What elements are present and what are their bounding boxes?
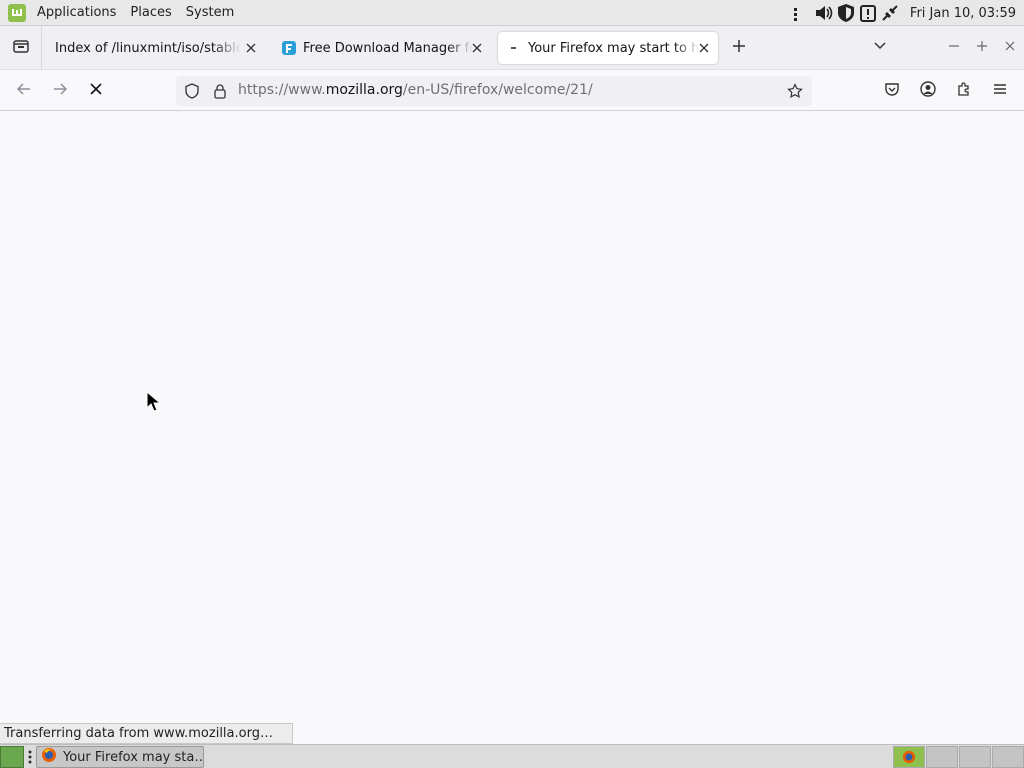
loading-indicator-icon <box>506 40 522 56</box>
clock[interactable]: Fri Jan 10, 03:59 <box>910 6 1016 21</box>
network-disconnected-icon[interactable] <box>880 2 900 24</box>
new-tab-button[interactable] <box>729 38 749 58</box>
workspace-2[interactable] <box>926 746 958 768</box>
firefox-view-button[interactable] <box>0 25 42 70</box>
maximize-button[interactable] <box>972 38 992 58</box>
navigation-toolbar: https://www.mozilla.org/en-US/firefox/we… <box>0 71 1024 111</box>
extensions-button[interactable] <box>952 79 976 103</box>
panel-grip-icon <box>28 750 32 764</box>
pocket-icon <box>884 81 900 101</box>
update-manager-icon[interactable] <box>858 2 878 24</box>
arrow-left-icon <box>15 80 33 102</box>
bookmark-star-icon[interactable] <box>787 83 803 99</box>
account-button[interactable] <box>916 79 940 103</box>
system-tray: Fri Jan 10, 03:59 <box>790 0 1024 26</box>
places-menu[interactable]: Places <box>127 5 174 20</box>
shield-icon[interactable] <box>836 2 856 24</box>
fdm-favicon-icon <box>281 40 297 56</box>
tab-title: Your Firefox may start to ha <box>528 40 700 56</box>
bottom-panel: Your Firefox may sta… <box>0 744 1024 768</box>
taskbar-window-firefox[interactable]: Your Firefox may sta… <box>36 746 204 768</box>
workspace-3[interactable] <box>959 746 991 768</box>
volume-icon[interactable] <box>814 2 834 24</box>
plus-icon <box>732 39 746 57</box>
url-path: /en-US/firefox/welcome/21/ <box>402 82 593 98</box>
tab-bar: Index of /linuxmint/iso/stable/ Free Dow… <box>0 25 1024 70</box>
stop-x-icon <box>88 81 104 101</box>
list-all-tabs-button[interactable] <box>870 38 890 58</box>
network-icon[interactable] <box>792 2 812 24</box>
url-text[interactable]: https://www.mozilla.org/en-US/firefox/we… <box>238 82 593 98</box>
tab-linuxmint-index[interactable]: Index of /linuxmint/iso/stable/ <box>47 32 265 64</box>
status-panel: Transferring data from www.mozilla.org… <box>0 723 293 744</box>
workspace-1[interactable] <box>893 746 925 768</box>
account-icon <box>920 81 936 101</box>
back-button[interactable] <box>12 79 36 103</box>
url-domain: mozilla.org <box>325 82 403 98</box>
minimize-button[interactable] <box>944 38 964 58</box>
lock-icon[interactable] <box>212 83 228 99</box>
arrow-right-icon <box>51 80 69 102</box>
tab-firefox-welcome[interactable]: Your Firefox may start to ha <box>498 32 718 64</box>
pocket-button[interactable] <box>880 79 904 103</box>
maximize-icon <box>976 40 988 56</box>
app-menu-button[interactable] <box>988 79 1012 103</box>
tracking-protection-shield-icon[interactable] <box>184 83 200 99</box>
taskbar-window-label: Your Firefox may sta… <box>63 749 203 765</box>
workspace-4[interactable] <box>992 746 1024 768</box>
tab-close-icon[interactable] <box>696 40 712 56</box>
page-content <box>0 112 1024 744</box>
show-desktop-button[interactable] <box>0 746 24 768</box>
top-panel: Applications Places System Fri Jan 10, 0… <box>0 0 1024 26</box>
firefox-icon <box>41 747 57 767</box>
system-menu[interactable]: System <box>183 5 237 20</box>
tab-close-icon[interactable] <box>243 40 259 56</box>
mint-menu-icon[interactable] <box>8 3 26 22</box>
tab-title: Free Download Manager for <box>303 40 473 56</box>
firefox-mini-icon <box>902 750 916 768</box>
tab-title: Index of /linuxmint/iso/stable/ <box>55 40 241 56</box>
forward-button[interactable] <box>48 79 72 103</box>
puzzle-icon <box>956 81 972 101</box>
close-window-button[interactable] <box>1000 38 1020 58</box>
stop-button[interactable] <box>84 79 108 103</box>
tab-close-icon[interactable] <box>469 40 485 56</box>
firefox-view-icon <box>12 37 30 59</box>
hamburger-menu-icon <box>992 81 1008 101</box>
chevron-down-icon <box>873 39 887 57</box>
mouse-cursor-icon <box>146 391 162 412</box>
minimize-icon <box>948 40 960 56</box>
url-bar[interactable]: https://www.mozilla.org/en-US/firefox/we… <box>176 76 812 106</box>
url-prefix: https://www. <box>238 82 326 98</box>
applications-menu[interactable]: Applications <box>34 5 119 20</box>
tab-free-download-manager[interactable]: Free Download Manager for <box>273 32 491 64</box>
close-icon <box>1004 40 1016 56</box>
